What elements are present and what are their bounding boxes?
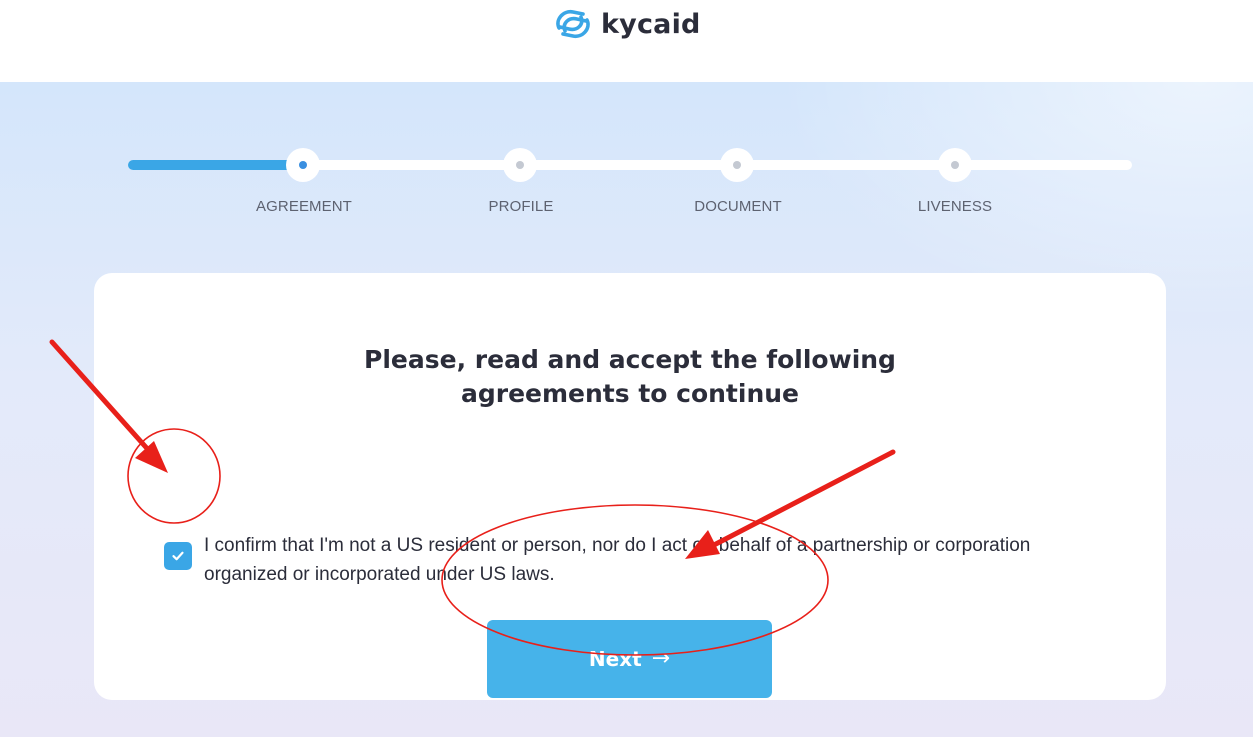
step-node-agreement — [286, 148, 320, 182]
step-node-document — [720, 148, 754, 182]
kycaid-verification-page: kycaid AGREEMENT PROFILE DOCUMENT LIVENE… — [0, 0, 1253, 737]
next-button[interactable]: Next → — [487, 620, 772, 698]
kycaid-logo[interactable]: kycaid — [553, 4, 701, 44]
title-line-2: agreements to continue — [460, 379, 800, 408]
step-dot-icon — [299, 161, 307, 169]
agreement-checkbox[interactable] — [164, 542, 192, 570]
step-label-agreement: AGREEMENT — [256, 198, 352, 215]
step-node-liveness — [938, 148, 972, 182]
next-button-label: Next — [588, 647, 642, 671]
agreement-text[interactable]: I confirm that I'm not a US resident or … — [204, 531, 1074, 589]
main-area: AGREEMENT PROFILE DOCUMENT LIVENESS Plea… — [0, 82, 1253, 737]
step-dot-icon — [733, 161, 741, 169]
agreement-card: Please, read and accept the following ag… — [94, 273, 1166, 700]
title-line-1: Please, read and accept the following — [364, 345, 896, 374]
step-label-profile: PROFILE — [488, 198, 554, 215]
step-label-liveness: LIVENESS — [917, 198, 993, 215]
header: kycaid — [0, 0, 1253, 82]
kycaid-logo-icon — [556, 9, 590, 39]
arrow-right-icon: → — [651, 646, 671, 671]
step-dot-icon — [951, 161, 959, 169]
brand-name: kycaid — [601, 8, 701, 40]
checkmark-icon — [172, 551, 184, 561]
step-node-profile — [503, 148, 537, 182]
step-dot-icon — [516, 161, 524, 169]
step-label-document: DOCUMENT — [694, 198, 782, 215]
agreement-title: Please, read and accept the following ag… — [94, 343, 1166, 411]
